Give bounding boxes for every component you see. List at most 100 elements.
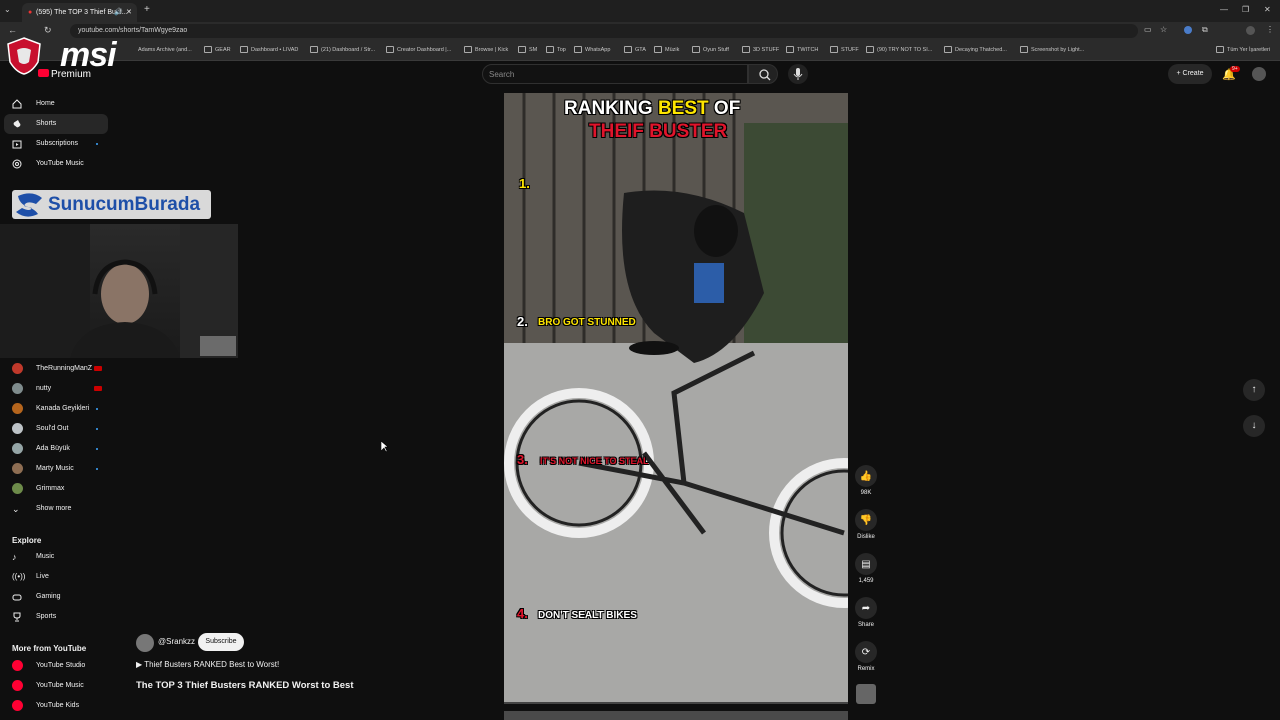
like-count: 98K bbox=[860, 490, 872, 496]
video-progress-bar[interactable] bbox=[504, 702, 848, 704]
comments-button[interactable]: ▤ 1,459 bbox=[853, 553, 879, 584]
tab-audio-icon[interactable]: 🔊 bbox=[114, 3, 123, 22]
sidebar-item-youtube-music-app[interactable]: YouTube Music bbox=[0, 676, 120, 696]
bookmarks-bar: Adams Archive (and... GEAR Dashboard • L… bbox=[0, 40, 1280, 61]
share-button[interactable]: ➦ Share bbox=[853, 597, 879, 628]
bookmark-item[interactable]: (21) Dashboard / Str... bbox=[310, 40, 375, 60]
browser-tab[interactable]: ● (595) The TOP 3 Thief Bust... 🔊 ✕ bbox=[22, 3, 137, 22]
tab-close-icon[interactable]: ✕ bbox=[126, 3, 132, 22]
subscription-item[interactable]: TheRunningManZ bbox=[0, 359, 120, 379]
back-icon[interactable]: ← bbox=[8, 25, 17, 35]
subscription-item[interactable]: Ada Büyük bbox=[0, 439, 120, 459]
bookmark-item[interactable]: Decaying Thatched... bbox=[944, 40, 1007, 60]
channel-avatar[interactable] bbox=[136, 634, 154, 652]
next-short-button[interactable]: ↓ bbox=[1243, 415, 1265, 437]
notification-badge: 9+ bbox=[1230, 66, 1240, 72]
rank-text: DON'T SEALT BIKES bbox=[538, 610, 637, 621]
playlist-link[interactable]: ▶ Thief Busters RANKED Best to Worst! bbox=[136, 660, 279, 669]
next-short-preview[interactable] bbox=[504, 711, 848, 720]
subscription-item[interactable]: Grimmax bbox=[0, 479, 120, 499]
sidebar-item-subscriptions[interactable]: Subscriptions bbox=[0, 134, 120, 154]
arrow-down-icon: ↓ bbox=[1251, 420, 1257, 431]
sidebar-item-gaming[interactable]: Gaming bbox=[0, 587, 120, 607]
trophy-icon bbox=[13, 612, 21, 622]
tab-list-chevron-icon[interactable]: ⌄ bbox=[4, 5, 11, 14]
bookmark-item[interactable]: Adams Archive (and... bbox=[138, 40, 192, 60]
youtube-favicon-icon: ● bbox=[28, 9, 33, 16]
music-icon bbox=[12, 159, 22, 169]
bookmark-item[interactable]: Top bbox=[546, 40, 566, 60]
sidebar-item-music[interactable]: ♪ Music bbox=[0, 547, 120, 567]
mic-icon bbox=[793, 68, 803, 80]
show-more-label: Show more bbox=[36, 505, 72, 512]
music-note-icon: ♪ bbox=[12, 552, 17, 562]
bookmark-item[interactable]: STUFF bbox=[830, 40, 859, 60]
rank-number: 4. bbox=[517, 606, 528, 621]
bookmark-item[interactable]: TWITCH bbox=[786, 40, 818, 60]
extension-icon[interactable] bbox=[1184, 26, 1192, 34]
subscription-item[interactable]: nutty bbox=[0, 379, 120, 399]
menu-kebab-icon[interactable]: ⋮ bbox=[1266, 25, 1274, 34]
bookmark-item[interactable]: Screenshot by Light... bbox=[1020, 40, 1084, 60]
like-button[interactable]: 👍 98K bbox=[853, 465, 879, 496]
subscribe-button[interactable]: Subscribe bbox=[198, 633, 244, 651]
subscription-item[interactable]: Marty Music bbox=[0, 459, 120, 479]
new-content-dot bbox=[96, 408, 98, 410]
new-content-dot bbox=[96, 143, 98, 145]
bookmark-item[interactable]: Dashboard • LIVAD bbox=[240, 40, 298, 60]
bookmark-item[interactable]: (90) TRY NOT TO SI... bbox=[866, 40, 932, 60]
subscription-label: Kanada Geyikleri bbox=[36, 405, 90, 412]
previous-short-button[interactable]: ↑ bbox=[1243, 379, 1265, 401]
youtube-logo-icon[interactable] bbox=[38, 69, 49, 77]
bookmark-star-icon[interactable]: ☆ bbox=[1160, 25, 1167, 34]
bookmark-item[interactable]: Browse | Kick bbox=[464, 40, 508, 60]
sidebar-item-youtube-studio[interactable]: YouTube Studio bbox=[0, 656, 120, 676]
subscriptions-icon bbox=[12, 140, 22, 149]
bookmark-item[interactable]: 3D STUFF bbox=[742, 40, 779, 60]
close-window-icon[interactable]: ✕ bbox=[1264, 5, 1271, 14]
minimize-icon[interactable]: — bbox=[1220, 5, 1228, 14]
sidebar-item-youtube-kids[interactable]: YouTube Kids bbox=[0, 696, 120, 716]
sidebar-item-shorts[interactable]: Shorts bbox=[4, 114, 108, 134]
comment-count: 1,459 bbox=[858, 578, 874, 584]
search-button[interactable] bbox=[748, 64, 778, 84]
profile-avatar[interactable] bbox=[1246, 26, 1255, 35]
account-avatar[interactable] bbox=[1252, 67, 1266, 81]
rank-text: IT'S NOT NICE TO STEAL bbox=[540, 456, 649, 466]
create-button[interactable]: + Create bbox=[1168, 64, 1212, 84]
channel-avatar bbox=[12, 423, 23, 434]
show-more-button[interactable]: ⌄ Show more bbox=[0, 499, 120, 519]
voice-search-button[interactable] bbox=[788, 64, 808, 84]
bookmark-item[interactable]: Oyun Stuff bbox=[692, 40, 729, 60]
search-input[interactable]: Search bbox=[482, 64, 748, 84]
sidebar-item-sports[interactable]: Sports bbox=[0, 607, 120, 627]
sidebar-item-live[interactable]: ((•)) Live bbox=[0, 567, 120, 587]
create-label: Create bbox=[1182, 70, 1204, 77]
reload-icon[interactable]: ↻ bbox=[44, 25, 52, 36]
extensions-puzzle-icon[interactable]: ⧉ bbox=[1202, 25, 1208, 35]
bookmark-item[interactable]: Müzik bbox=[654, 40, 679, 60]
new-tab-button[interactable]: + bbox=[144, 4, 150, 15]
bookmark-item[interactable]: Creator Dashboard |... bbox=[386, 40, 451, 60]
sidebar-item-home[interactable]: Home bbox=[0, 94, 120, 114]
cast-icon[interactable]: ▭ bbox=[1144, 25, 1152, 34]
restore-icon[interactable]: ❐ bbox=[1242, 5, 1249, 14]
home-icon bbox=[12, 99, 22, 109]
sidebar-item-youtube-music[interactable]: YouTube Music bbox=[0, 154, 120, 174]
shorts-video-player[interactable]: RANKING BEST OF THEIF BUSTER 1. 2. BRO G… bbox=[504, 93, 848, 704]
bookmark-item[interactable]: WhatsApp bbox=[574, 40, 610, 60]
explore-heading: Explore bbox=[12, 536, 42, 545]
bookmark-item[interactable]: SM bbox=[518, 40, 537, 60]
dislike-button[interactable]: 👎 Dislike bbox=[853, 509, 879, 540]
subscription-label: Marty Music bbox=[36, 465, 74, 472]
all-bookmarks[interactable]: Tüm Yer İşaretleri bbox=[1216, 40, 1270, 60]
bookmark-item[interactable]: GEAR bbox=[204, 40, 231, 60]
url-field[interactable]: youtube.com/shorts/TamWgye9zao bbox=[70, 24, 1138, 38]
channel-avatar bbox=[12, 443, 23, 454]
remix-button[interactable]: ⟳ Remix bbox=[853, 641, 879, 672]
subscription-item[interactable]: Kanada Geyikleri bbox=[0, 399, 120, 419]
subscription-item[interactable]: Soul'd Out bbox=[0, 419, 120, 439]
bookmark-item[interactable]: GTA bbox=[624, 40, 646, 60]
channel-handle[interactable]: @Srankzz bbox=[158, 637, 195, 646]
audio-track-thumbnail[interactable] bbox=[856, 684, 876, 704]
